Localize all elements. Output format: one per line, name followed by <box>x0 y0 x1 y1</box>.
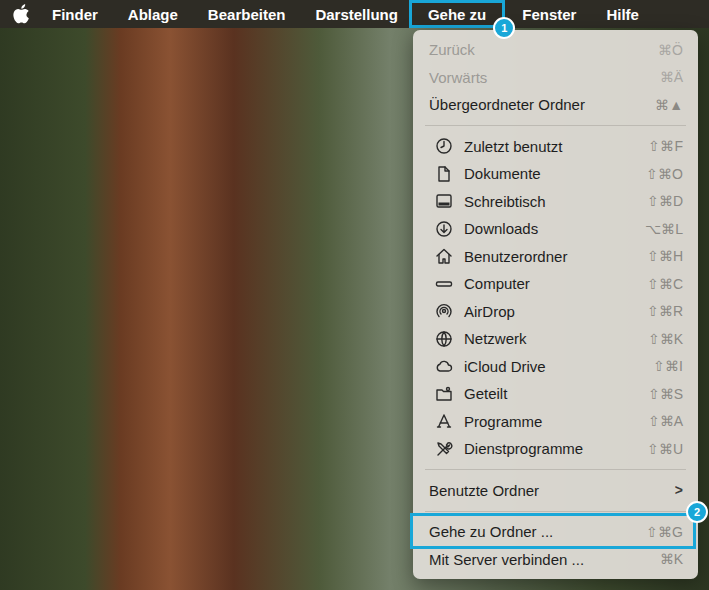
shared-icon <box>435 385 453 403</box>
menu-item-label: Dokumente <box>464 165 634 182</box>
menu-item[interactable]: iCloud Drive ⇧⌘I <box>413 353 698 381</box>
clock-icon <box>435 137 453 155</box>
network-icon <box>435 330 453 348</box>
menu-item[interactable]: Dienstprogramme ⇧⌘U <box>413 435 698 463</box>
document-icon <box>435 165 453 183</box>
menu-item[interactable]: AirDrop ⇧⌘R <box>413 298 698 326</box>
menu-item-label: Programme <box>464 413 636 430</box>
menu-item-label: Benutzte Ordner <box>429 482 663 499</box>
menu-item-label: Gehe zu Ordner ... <box>429 523 634 540</box>
menu-item-label: Downloads <box>464 220 633 237</box>
menu-item-shortcut: ⇧⌘A <box>648 413 683 429</box>
menu-item[interactable]: Downloads ⌥⌘L <box>413 215 698 243</box>
computer-icon <box>435 275 453 293</box>
menu-item-shortcut: ⌘Ö <box>658 42 683 58</box>
menu-bar-item[interactable]: Bearbeiten <box>193 0 301 28</box>
menu-item-label: Benutzerordner <box>464 248 635 265</box>
cloud-icon <box>435 357 453 375</box>
menu-item-label: iCloud Drive <box>464 358 641 375</box>
menu-separator <box>425 504 686 518</box>
desktop-icon <box>435 192 453 210</box>
apple-menu[interactable] <box>0 0 37 28</box>
menu-item[interactable]: Programme ⇧⌘A <box>413 408 698 436</box>
menu-item-label: Zurück <box>429 41 646 58</box>
menu-item-label: Dienstprogramme <box>464 440 635 457</box>
menu-item-label: Vorwärts <box>429 69 648 86</box>
menu-item[interactable]: Geteilt ⇧⌘S <box>413 380 698 408</box>
menu-bar-item[interactable]: Hilfe <box>591 0 654 28</box>
menu-item[interactable]: Dokumente ⇧⌘O <box>413 160 698 188</box>
menu-bar-item[interactable]: Ablage <box>113 0 193 28</box>
menu-item-shortcut: ⇧⌘U <box>647 441 683 457</box>
menu-item-shortcut: ⌘Ä <box>660 69 683 85</box>
home-icon <box>435 247 453 265</box>
menu-item-shortcut: > <box>675 482 683 498</box>
go-menu: Zurück ⌘Ö Vorwärts ⌘Ä Übergeordneter Ordner ⌘… <box>413 30 698 579</box>
app-menu[interactable]: Finder <box>37 0 113 28</box>
menu-item-shortcut: ⇧⌘I <box>653 358 683 374</box>
menu-item-label: Zuletzt benutzt <box>464 138 636 155</box>
menu-separator <box>425 119 686 133</box>
desktop: FinderAblage Bearbeiten Darstellung Gehe… <box>0 0 709 590</box>
menu-item-shortcut: ⇧⌘D <box>647 193 683 209</box>
menu-item-shortcut: ⇧⌘H <box>647 248 683 264</box>
menu-bar-item[interactable]: Fenster <box>507 0 591 28</box>
menu-item[interactable]: Zuletzt benutzt ⇧⌘F <box>413 133 698 161</box>
download-icon <box>435 220 453 238</box>
airdrop-icon <box>435 302 453 320</box>
tools-icon <box>435 440 453 458</box>
annotation-badge: 2 <box>686 501 708 523</box>
menu-item-shortcut: ⇧⌘R <box>647 303 683 319</box>
menu-item[interactable]: Übergeordneter Ordner ⌘▲ <box>413 91 698 119</box>
menu-item-label: Netzwerk <box>464 330 636 347</box>
menu-bar-item[interactable]: Darstellung <box>300 0 413 28</box>
apple-logo-icon <box>12 4 30 24</box>
menu-bar: FinderAblage Bearbeiten Darstellung Gehe… <box>0 0 709 28</box>
menu-item-label: AirDrop <box>464 303 635 320</box>
menu-item-shortcut: ⌘K <box>660 551 683 567</box>
menu-item[interactable]: Benutzte Ordner > <box>413 477 698 505</box>
menu-item[interactable]: Mit Server verbinden ... ⌘K <box>413 546 698 574</box>
menu-item[interactable]: Computer ⇧⌘C <box>413 270 698 298</box>
menu-item-shortcut: ⇧⌘O <box>646 166 683 182</box>
menu-item: Zurück ⌘Ö <box>413 36 698 64</box>
apps-icon <box>435 412 453 430</box>
menu-bar-item[interactable]: Gehe zu 1 <box>409 0 505 28</box>
menu-item: Vorwärts ⌘Ä <box>413 64 698 92</box>
menu-item-label: Computer <box>464 275 635 292</box>
menu-item-label: Schreibtisch <box>464 193 635 210</box>
menu-item-label: Übergeordneter Ordner <box>429 96 643 113</box>
menu-item[interactable]: Netzwerk ⇧⌘K <box>413 325 698 353</box>
menu-item-shortcut: ⌥⌘L <box>645 221 683 237</box>
menu-item-label: Geteilt <box>464 385 636 402</box>
menu-separator <box>425 463 686 477</box>
menu-item-label: Mit Server verbinden ... <box>429 551 648 568</box>
menu-item-shortcut: ⇧⌘G <box>646 524 683 540</box>
menu-item-shortcut: ⇧⌘C <box>647 276 683 292</box>
menu-item[interactable]: Schreibtisch ⇧⌘D <box>413 188 698 216</box>
menu-item[interactable]: Benutzerordner ⇧⌘H <box>413 243 698 271</box>
menu-item-shortcut: ⇧⌘K <box>648 331 683 347</box>
menu-item-shortcut: ⌘▲ <box>655 97 683 113</box>
menu-item-shortcut: ⇧⌘S <box>648 386 683 402</box>
menu-item[interactable]: Gehe zu Ordner ...⇧⌘G2 <box>413 518 698 546</box>
menu-item-shortcut: ⇧⌘F <box>648 138 683 154</box>
